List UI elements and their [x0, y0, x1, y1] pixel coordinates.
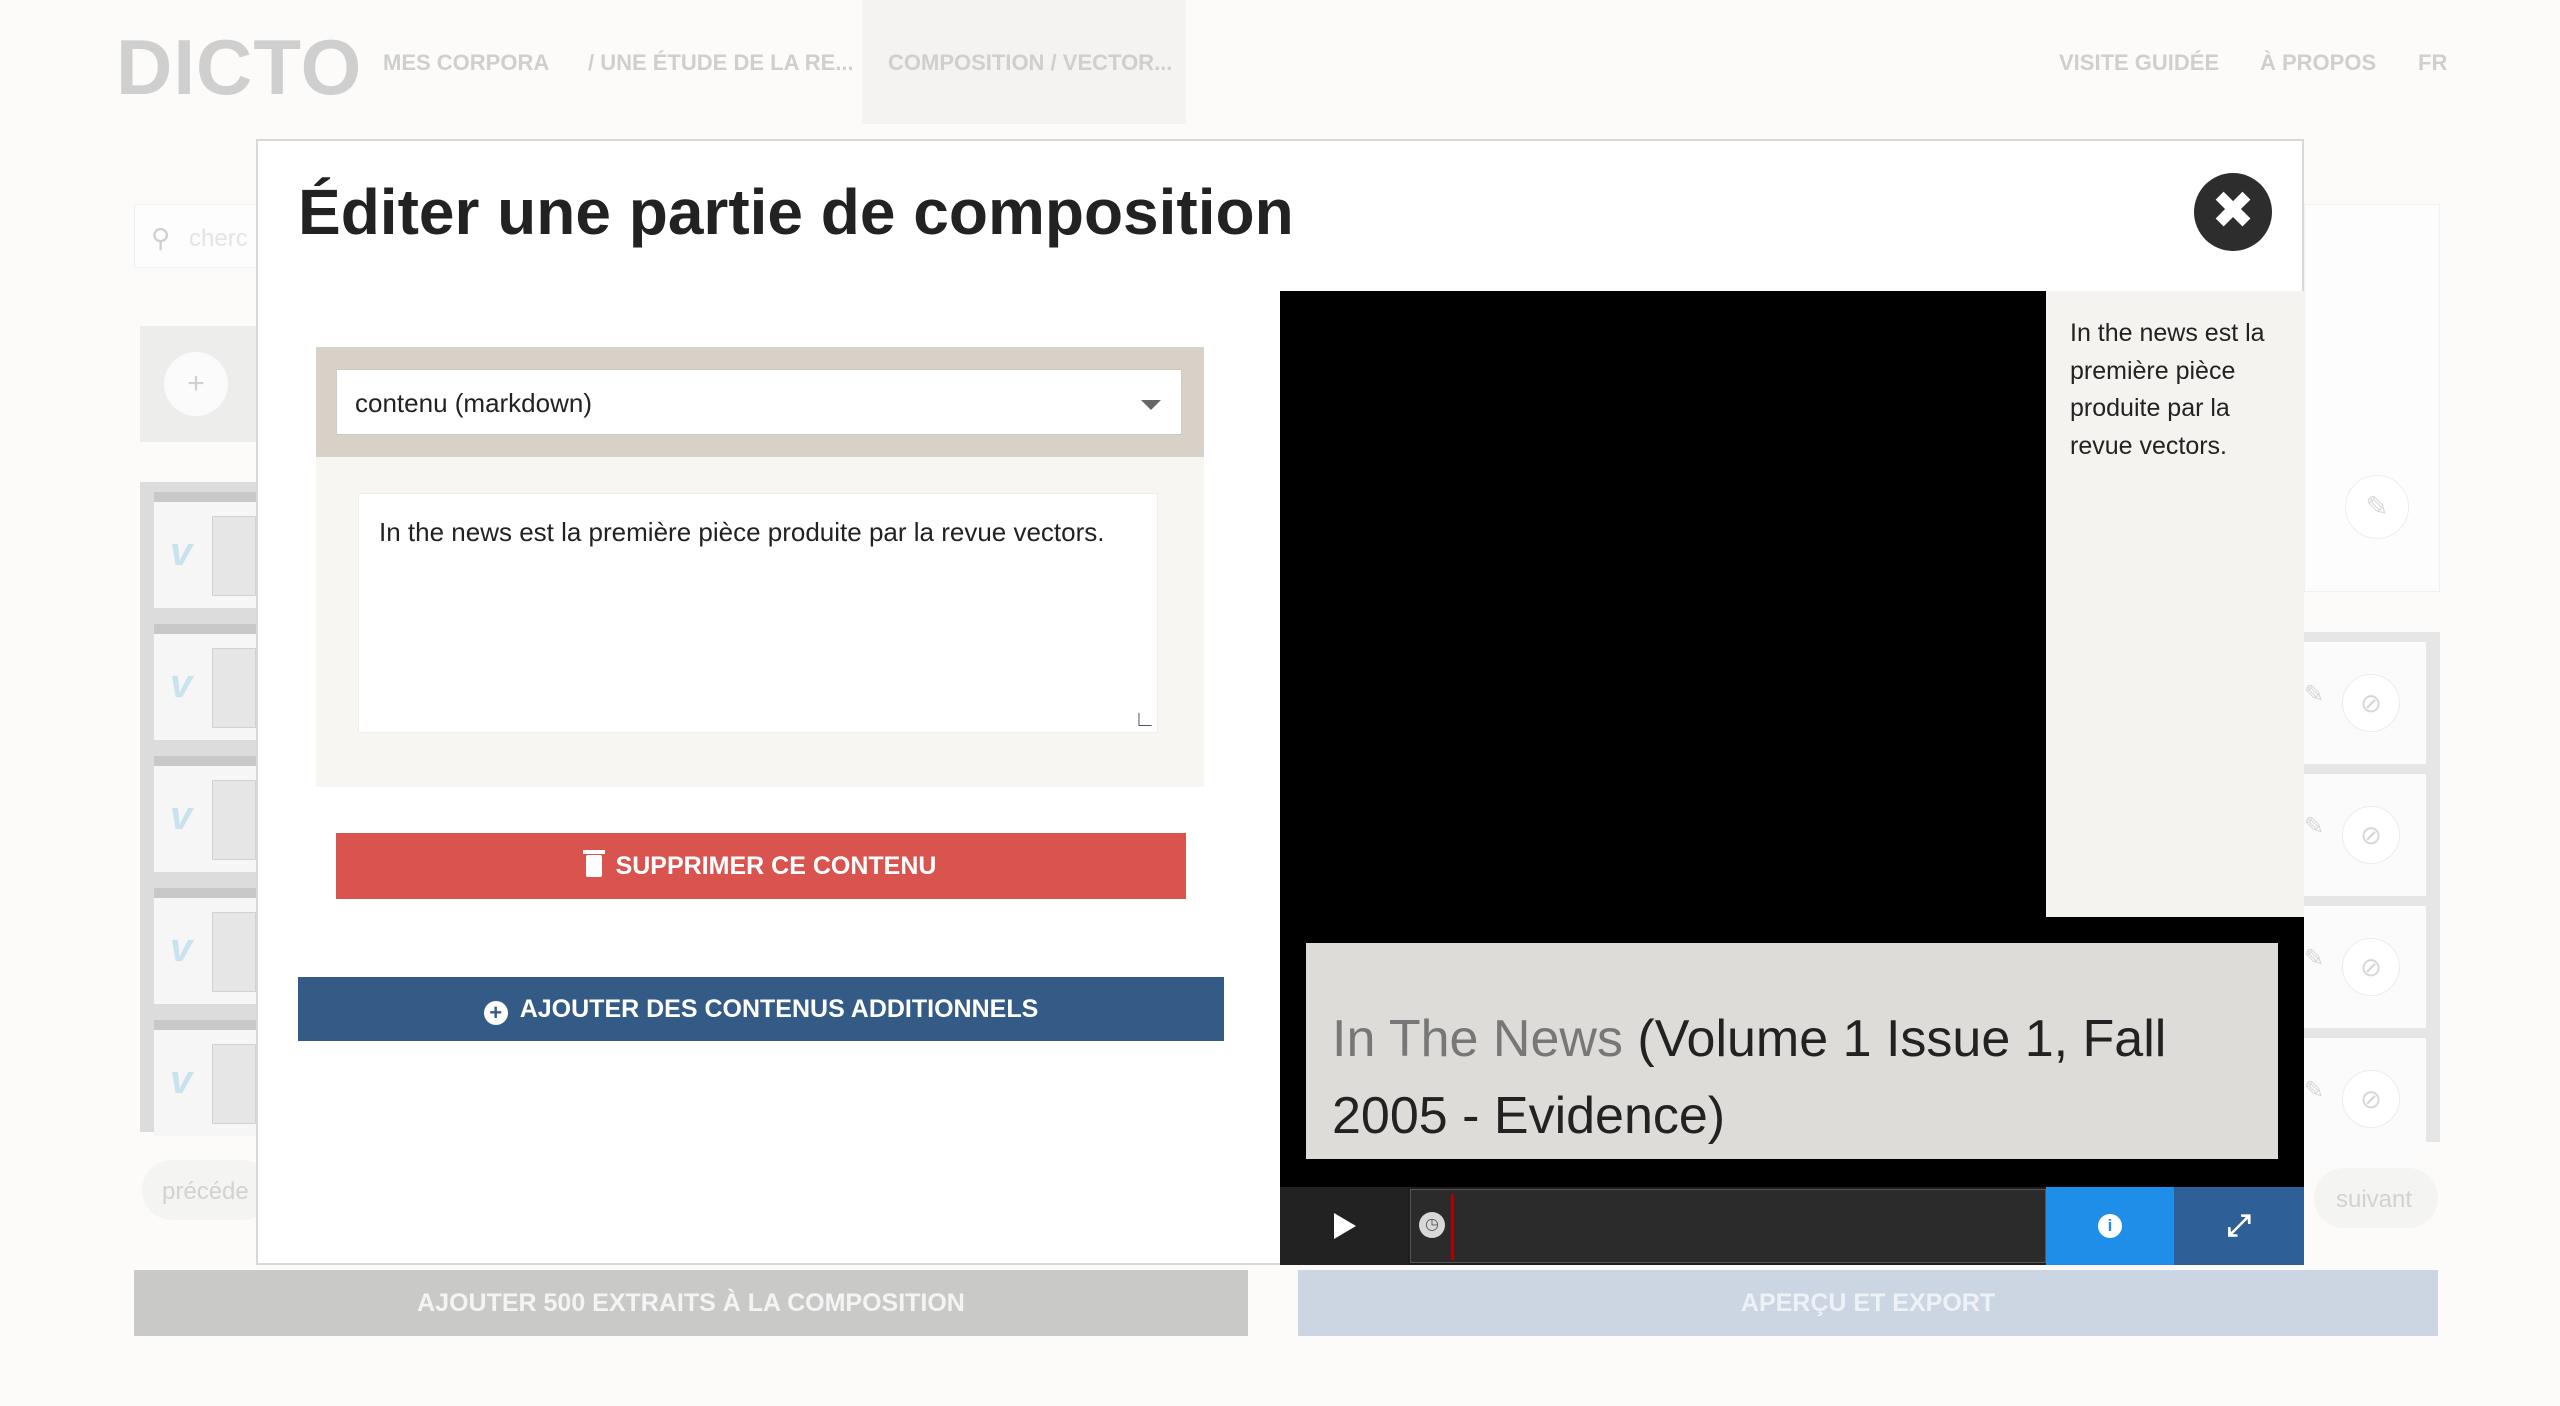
- vimeo-icon: v: [170, 662, 193, 706]
- vimeo-icon: v: [170, 1058, 193, 1102]
- add-additional-content-button[interactable]: + AJOUTER DES CONTENUS ADDITIONNELS: [298, 977, 1224, 1041]
- search-placeholder: cherc: [189, 225, 248, 252]
- search-icon: ⚲: [151, 223, 171, 253]
- list-item[interactable]: v: [154, 492, 260, 608]
- markdown-textarea[interactable]: In the news est la première pièce produi…: [358, 493, 1158, 733]
- content-type-bar: contenu (markdown): [316, 347, 1204, 457]
- play-icon[interactable]: [1280, 1187, 1408, 1265]
- player-controls: ◷ i ⤢: [1280, 1187, 2304, 1265]
- pencil-icon[interactable]: ✎: [2304, 680, 2324, 709]
- annotation-panel: In the news est la première pièce produi…: [2046, 291, 2304, 917]
- unlink-icon[interactable]: ⊘: [2342, 938, 2400, 996]
- caption-title: In The News: [1332, 1010, 1623, 1068]
- search-box[interactable]: ⚲ cherc: [134, 204, 274, 268]
- unlink-icon[interactable]: ⊘: [2342, 674, 2400, 732]
- trash-icon: [582, 850, 605, 877]
- add-panel: +: [140, 326, 260, 442]
- pencil-icon[interactable]: ✎: [2345, 475, 2409, 539]
- list-item[interactable]: v: [154, 1020, 260, 1136]
- composition-card: ✎: [2304, 204, 2440, 592]
- media-caption: In The News (Volume 1 Issue 1, Fall 2005…: [1306, 943, 2278, 1159]
- video-area[interactable]: [1280, 291, 2046, 941]
- unlink-icon[interactable]: ⊘: [2342, 806, 2400, 864]
- previous-button[interactable]: précéde: [142, 1160, 272, 1220]
- close-icon[interactable]: ✖: [2194, 173, 2272, 251]
- list-item: ✎ ⊘: [2304, 642, 2426, 764]
- document-thumbnail: [212, 1044, 256, 1124]
- nav-item-guided-tour[interactable]: VISITE GUIDÉE: [2059, 50, 2219, 76]
- pencil-icon[interactable]: ✎: [2304, 944, 2324, 973]
- list-item: ✎ ⊘: [2304, 906, 2426, 1028]
- app-logo[interactable]: DICTO: [116, 22, 362, 113]
- list-item[interactable]: v: [154, 624, 260, 740]
- nav-item-language[interactable]: FR: [2418, 50, 2447, 76]
- timeline-scrubber[interactable]: ◷: [1410, 1189, 2046, 1263]
- delete-content-label: SUPPRIMER CE CONTENU: [615, 852, 937, 880]
- list-item[interactable]: v: [154, 888, 260, 1004]
- list-item: ✎ ⊘: [2304, 1038, 2426, 1160]
- info-icon: i: [2098, 1214, 2122, 1238]
- add-extracts-button[interactable]: AJOUTER 500 EXTRAITS À LA COMPOSITION: [134, 1270, 1248, 1336]
- content-type-value: contenu (markdown): [355, 388, 592, 418]
- fullscreen-icon[interactable]: ⤢: [2174, 1187, 2304, 1265]
- edit-composition-modal: Éditer une partie de composition ✖ conte…: [256, 139, 2304, 1265]
- content-editor: contenu (markdown) In the news est la pr…: [316, 347, 1204, 787]
- next-button[interactable]: suivant: [2314, 1168, 2438, 1228]
- document-thumbnail: [212, 516, 256, 596]
- modal-title: Éditer une partie de composition: [298, 176, 1294, 248]
- add-circle-icon[interactable]: +: [164, 352, 228, 416]
- playhead[interactable]: [1451, 1194, 1454, 1260]
- document-thumbnail: [212, 780, 256, 860]
- composition-list: ✎ ⊘ ✎ ⊘ ✎ ⊘ ✎ ⊘: [2304, 632, 2440, 1160]
- nav-item-composition[interactable]: COMPOSITION / VECTOR...: [888, 50, 1172, 76]
- content-type-select[interactable]: contenu (markdown): [336, 369, 1182, 435]
- chevron-down-icon: [1141, 400, 1161, 410]
- clock-icon: ◷: [1419, 1212, 1445, 1238]
- media-player: In the news est la première pièce produi…: [1280, 291, 2304, 1265]
- nav-item-study[interactable]: / UNE ÉTUDE DE LA RE...: [588, 50, 854, 76]
- info-button[interactable]: i: [2046, 1187, 2174, 1265]
- add-additional-content-label: AJOUTER DES CONTENUS ADDITIONNELS: [519, 995, 1039, 1023]
- nav-item-about[interactable]: À PROPOS: [2260, 50, 2376, 76]
- list-item[interactable]: v: [154, 756, 260, 872]
- pencil-icon[interactable]: ✎: [2304, 1076, 2324, 1105]
- unlink-icon[interactable]: ⊘: [2342, 1070, 2400, 1128]
- plus-circle-icon: +: [483, 1001, 508, 1025]
- document-thumbnail: [212, 912, 256, 992]
- vimeo-icon: v: [170, 794, 193, 838]
- preview-export-button[interactable]: APERÇU ET EXPORT: [1298, 1270, 2438, 1336]
- vimeo-icon: v: [170, 530, 193, 574]
- document-thumbnail: [212, 648, 256, 728]
- nav-item-corpora[interactable]: MES CORPORA: [383, 50, 549, 76]
- list-item: ✎ ⊘: [2304, 774, 2426, 896]
- extract-list: v v v v v: [140, 482, 260, 1136]
- pencil-icon[interactable]: ✎: [2304, 812, 2324, 841]
- top-navigation: DICTO MES CORPORA / UNE ÉTUDE DE LA RE..…: [0, 0, 2560, 124]
- vimeo-icon: v: [170, 926, 193, 970]
- delete-content-button[interactable]: SUPPRIMER CE CONTENU: [336, 833, 1186, 899]
- resize-handle-icon[interactable]: ∟: [1134, 707, 1158, 731]
